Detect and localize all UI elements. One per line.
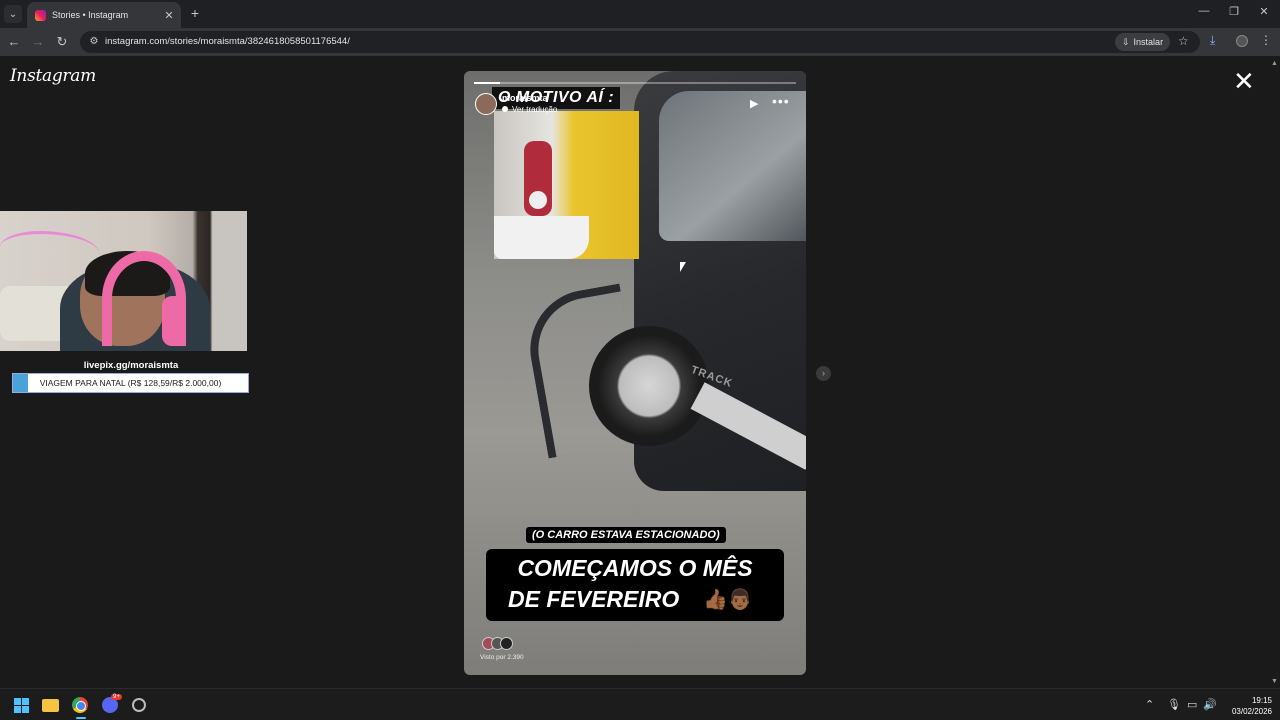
scroll-up-arrow-icon[interactable]: ▲ — [1271, 60, 1278, 67]
download-icon[interactable]: ⤓ — [1210, 33, 1215, 48]
tab-search-icon[interactable]: ⌄ — [4, 5, 22, 23]
instagram-logo[interactable]: Instagram — [10, 66, 96, 86]
tab-title: Stories • Instagram — [52, 10, 129, 20]
instagram-stories-page: Instagram ✕ ▲ ▼ livepix.gg/moraismta VIA… — [0, 56, 1280, 688]
file-explorer-button[interactable] — [40, 695, 60, 715]
next-story-arrow-icon[interactable]: › — [816, 366, 831, 381]
install-app-button[interactable]: ⇩ Instalar — [1115, 33, 1171, 51]
instagram-favicon-icon — [35, 9, 46, 21]
more-options-icon[interactable]: ••• — [772, 93, 790, 109]
story-user-avatar[interactable] — [475, 93, 497, 115]
app-taskbar-button[interactable] — [129, 695, 149, 715]
clock-time: 19:15 — [1251, 696, 1272, 705]
story-viewer[interactable]: TRACK O MOTIVO AÍ : moraismta Ver traduç… — [464, 71, 806, 675]
folder-icon — [41, 698, 59, 712]
install-label: Instalar — [1133, 37, 1164, 47]
address-bar[interactable]: ⚙ instagram.com/stories/moraismta/382461… — [80, 31, 1200, 53]
caption-line-1: COMEÇAMOS O MÊS — [517, 555, 753, 581]
volume-icon[interactable]: 🔊 — [1203, 698, 1217, 711]
forward-icon[interactable]: → — [30, 34, 46, 50]
app-icon — [132, 698, 146, 712]
taskbar-clock[interactable]: 19:15 03/02/2026 — [1222, 695, 1272, 717]
windows-logo-icon — [13, 697, 29, 713]
display-icon[interactable]: ▭ — [1187, 698, 1197, 711]
tray-overflow-icon[interactable]: ⌃ — [1145, 698, 1154, 711]
story-username[interactable]: moraismta — [502, 93, 548, 103]
windows-taskbar: 9+ ⌃ 🎙 ▭ 🔊 19:15 03/02/2026 — [0, 688, 1280, 720]
discord-badge: 9+ — [111, 694, 122, 700]
profile-avatar-icon[interactable] — [1236, 35, 1248, 47]
see-translation-link[interactable]: Ver tradução — [502, 105, 557, 114]
clock-date: 03/02/2026 — [1231, 707, 1272, 716]
webcam-overlay — [0, 211, 247, 351]
new-tab-icon[interactable]: + — [187, 5, 203, 21]
story-progress-bar — [474, 82, 796, 84]
story-caption-small: (O CARRO ESTAVA ESTACIONADO) — [526, 527, 726, 543]
active-app-indicator — [76, 717, 86, 719]
livepix-link-text: livepix.gg/moraismta — [83, 360, 179, 371]
tab-instagram-stories[interactable]: Stories • Instagram ✕ — [27, 2, 181, 28]
translate-dot-icon — [502, 106, 508, 112]
restore-icon[interactable]: ❐ — [1224, 5, 1244, 18]
caption-emoji: 👍🏾👨🏾 — [703, 589, 753, 611]
mouse-cursor-icon — [680, 262, 686, 272]
back-icon[interactable]: ← — [6, 34, 22, 50]
install-icon: ⇩ — [1122, 37, 1130, 47]
close-story-icon[interactable]: ✕ — [1233, 68, 1255, 94]
page-scrollbar[interactable] — [1271, 56, 1280, 688]
browser-menu-icon[interactable]: ⋮ — [1260, 33, 1272, 47]
donation-goal-bar: VIAGEM PARA NATAL (R$ 128,59/R$ 2.000,00… — [12, 373, 249, 393]
caption-line-2: DE FEVEREIRO — [508, 586, 680, 612]
start-button[interactable] — [11, 695, 31, 715]
url-text[interactable]: instagram.com/stories/moraismta/38246180… — [105, 36, 350, 47]
browser-toolbar: ← → ↻ ⚙ instagram.com/stories/moraismta/… — [0, 28, 1280, 56]
story-caption-box: COMEÇAMOS O MÊS DE FEVEREIRO 👍🏾👨🏾 — [486, 549, 784, 621]
viewer-avatars[interactable] — [482, 637, 522, 651]
inset-photo-bus — [494, 111, 639, 259]
chrome-taskbar-button[interactable] — [70, 695, 90, 715]
seen-by-count[interactable]: Visto por 2.390 — [480, 654, 524, 661]
car-wheel — [589, 326, 709, 446]
scroll-down-arrow-icon[interactable]: ▼ — [1271, 678, 1278, 685]
browser-tabbar: ⌄ Stories • Instagram ✕ + — ❐ ✕ — [0, 0, 1280, 28]
window-close-icon[interactable]: ✕ — [1254, 5, 1274, 18]
translate-label: Ver tradução — [512, 105, 558, 114]
reload-icon[interactable]: ↻ — [54, 34, 70, 50]
microphone-icon[interactable]: 🎙 — [1167, 698, 1181, 711]
tab-close-icon[interactable]: ✕ — [161, 9, 177, 22]
bookmark-star-icon[interactable]: ☆ — [1178, 34, 1189, 48]
play-icon[interactable]: ▶ — [750, 97, 758, 110]
chrome-icon — [72, 697, 88, 713]
goal-text: VIAGEM PARA NATAL (R$ 128,59/R$ 2.000,00… — [39, 378, 222, 388]
site-info-icon[interactable]: ⚙ — [88, 36, 100, 48]
minimize-icon[interactable]: — — [1194, 5, 1214, 17]
